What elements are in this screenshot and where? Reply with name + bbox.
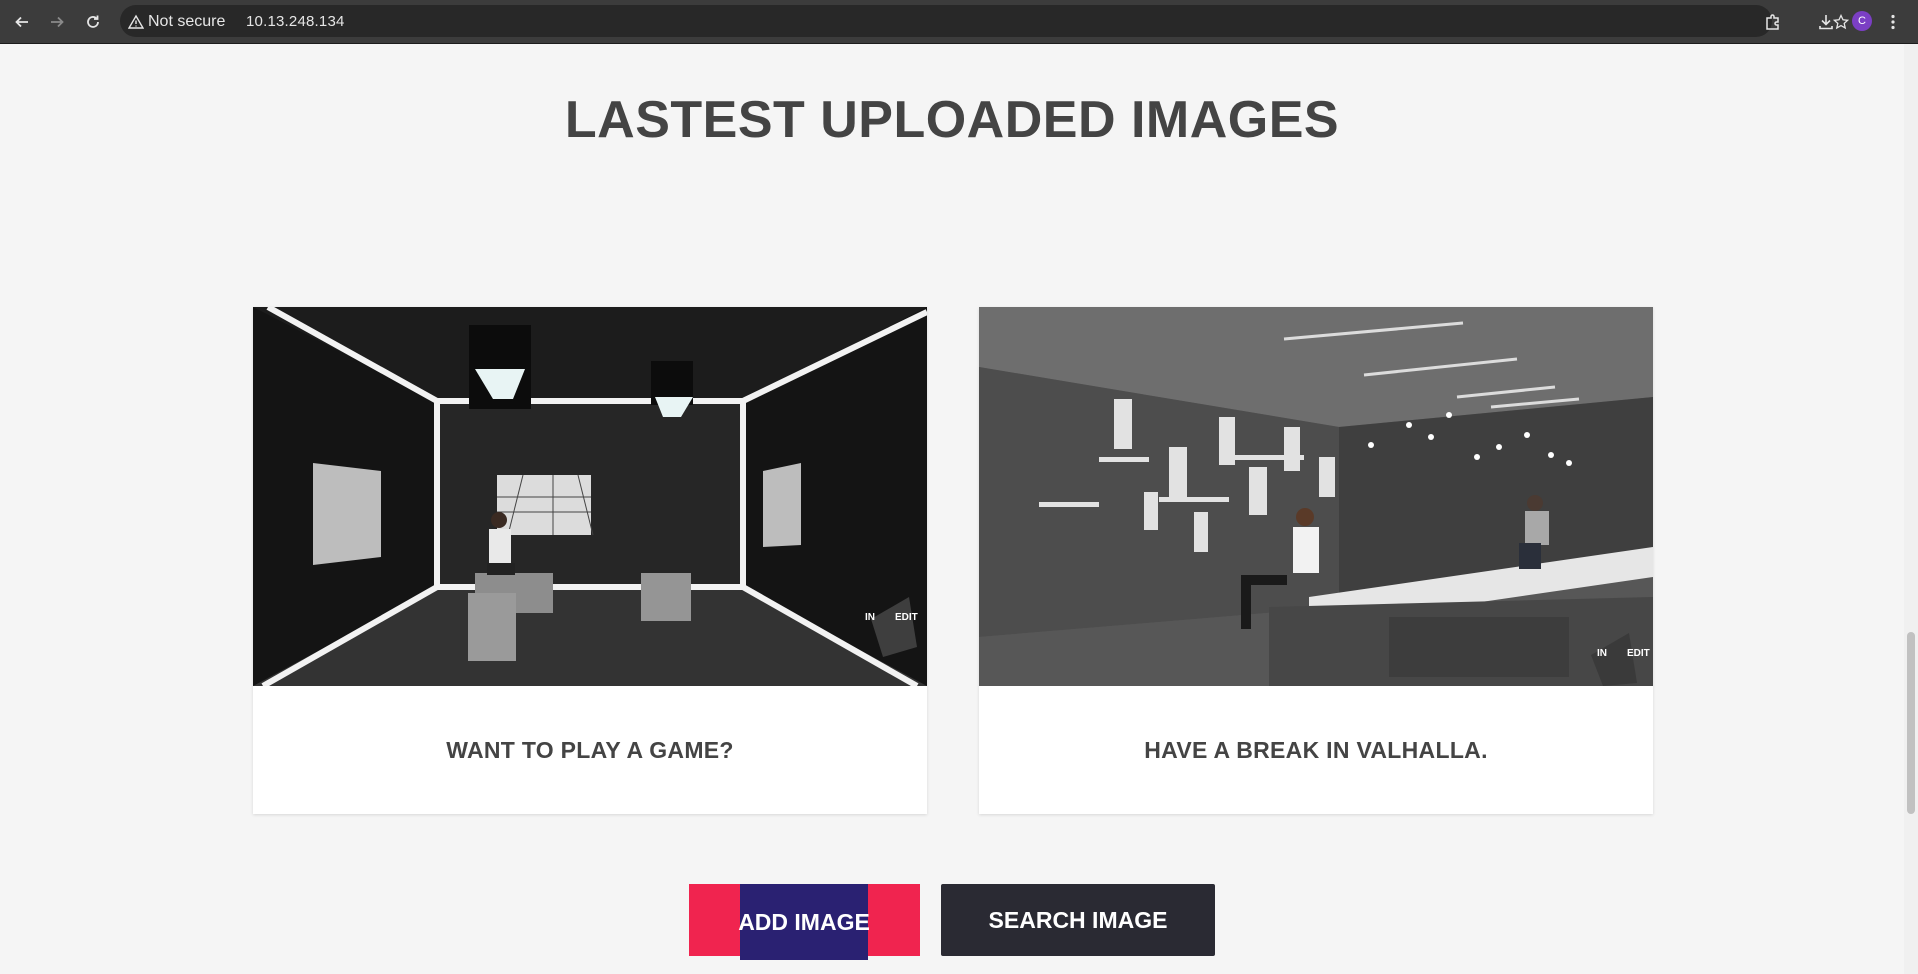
reload-button[interactable] xyxy=(80,9,106,35)
card-caption[interactable]: HAVE A BREAK IN VALHALLA. xyxy=(979,686,1653,814)
url-text[interactable]: 10.13.248.134 xyxy=(246,13,345,30)
page-title: LASTEST UPLOADED IMAGES xyxy=(564,91,1340,149)
card-image[interactable]: IN EDIT xyxy=(979,307,1653,686)
security-indicator[interactable]: Not secure xyxy=(128,13,225,31)
download-icon xyxy=(1819,15,1833,30)
watermark-edit: EDIT xyxy=(895,612,918,623)
valhalla-lounge-image: IN EDIT xyxy=(979,307,1653,686)
watermark-edit: EDIT xyxy=(1627,648,1650,659)
add-image-button[interactable]: ADD IMAGE xyxy=(689,884,920,960)
card-image[interactable]: IN EDIT xyxy=(253,307,927,686)
image-card[interactable]: IN EDIT WANT TO PLAY A GAME? xyxy=(253,307,927,814)
extensions-icon xyxy=(1766,14,1779,30)
browser-toolbar: Not secure 10.13.248.134 C xyxy=(0,0,1918,44)
watermark-in: IN xyxy=(865,612,875,623)
game-room-image: IN EDIT xyxy=(253,307,927,686)
back-arrow-icon xyxy=(15,16,28,28)
page-scrollbar[interactable] xyxy=(1904,44,1918,974)
scrollbar-thumb[interactable] xyxy=(1907,632,1915,814)
add-image-label: ADD IMAGE xyxy=(738,884,870,960)
downloads-button[interactable] xyxy=(1813,9,1839,35)
back-button[interactable] xyxy=(9,9,35,35)
security-label: Not secure xyxy=(148,13,226,30)
search-image-button[interactable]: SEARCH IMAGE xyxy=(941,884,1215,956)
profile-avatar[interactable]: C xyxy=(1852,11,1872,31)
browser-menu-button[interactable] xyxy=(1884,9,1902,35)
image-card[interactable]: IN EDIT HAVE A BREAK IN VALHALLA. xyxy=(979,307,1653,814)
extensions-button[interactable] xyxy=(1760,9,1786,35)
menu-dots-icon xyxy=(1891,14,1895,30)
warning-icon xyxy=(128,14,144,29)
forward-button[interactable] xyxy=(44,9,70,35)
forward-arrow-icon xyxy=(51,16,64,28)
watermark-in: IN xyxy=(1597,648,1607,659)
address-bar[interactable]: Not secure 10.13.248.134 xyxy=(120,5,1849,37)
reload-icon xyxy=(87,15,99,28)
card-caption[interactable]: WANT TO PLAY A GAME? xyxy=(253,686,927,814)
